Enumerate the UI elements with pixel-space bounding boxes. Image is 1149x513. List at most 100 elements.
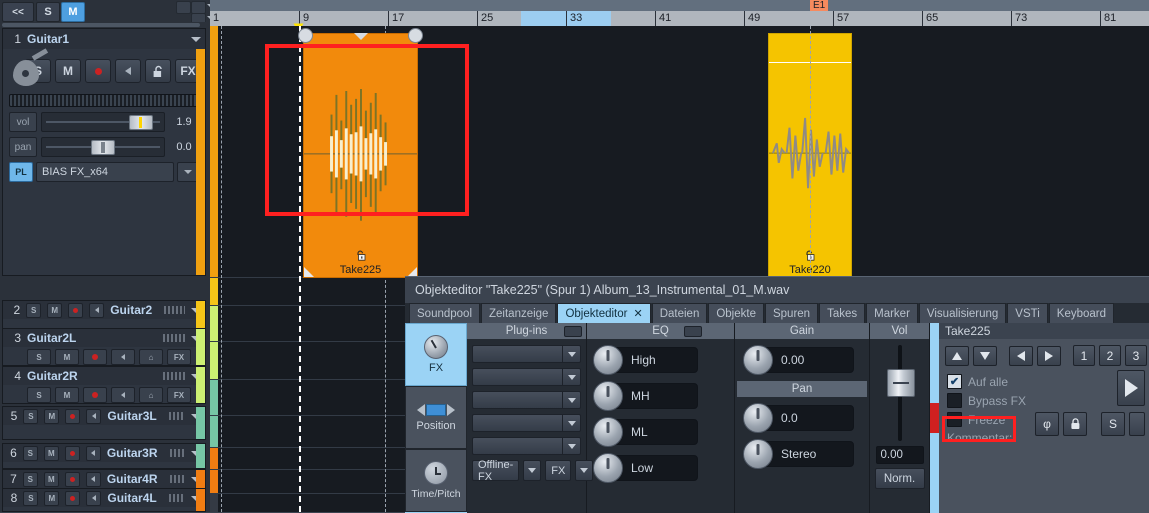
mini-monitor-button[interactable] <box>85 471 101 487</box>
checkbox-box[interactable] <box>947 412 962 427</box>
checkbox-auf-alle[interactable]: ✔ Auf alle <box>947 374 1097 389</box>
mini-lock-button[interactable]: ⌂ <box>139 387 163 403</box>
pan-slider[interactable] <box>41 137 165 157</box>
track-name[interactable]: Guitar4R <box>107 472 158 486</box>
object-editor-tabbar[interactable]: Soundpool Zeitanzeige Objekteditor ✕ Date… <box>405 303 1149 323</box>
timeline-ruler[interactable]: 1 9 17 25 33 41 49 57 65 73 81 <box>210 11 1149 33</box>
track-record-button[interactable] <box>85 59 111 83</box>
chevron-down-icon[interactable] <box>191 36 201 42</box>
marker-e1[interactable]: E1 <box>810 0 829 11</box>
track-header-5[interactable]: 5 S M Guitar3L <box>2 406 206 440</box>
pan-slider-row[interactable]: pan 0.0 <box>9 137 199 157</box>
mini-solo-button[interactable]: S <box>22 471 38 487</box>
mini-mute-button[interactable]: M <box>47 302 63 318</box>
track-header-7[interactable]: 7 S M Guitar4R <box>2 469 206 489</box>
chevron-down-icon[interactable] <box>562 391 581 409</box>
eq-band-high[interactable]: High <box>593 345 734 375</box>
track-3-titlebar[interactable]: 3 Guitar2L <box>3 329 205 347</box>
gain-knob[interactable] <box>743 345 773 375</box>
track-lock-button[interactable] <box>145 59 171 83</box>
eq-ml-knob[interactable] <box>593 417 623 447</box>
mini-fx-button[interactable]: FX <box>167 349 191 365</box>
object-editor-sidebar[interactable]: FX Position Time/Pitch <box>405 323 467 513</box>
gain-row[interactable]: 0.00 <box>735 339 869 375</box>
mini-monitor-button[interactable] <box>89 302 105 318</box>
mini-solo-button[interactable]: S <box>26 302 42 318</box>
tab-keyboard[interactable]: Keyboard <box>1048 303 1115 323</box>
mini-mute-button[interactable]: M <box>43 445 59 461</box>
tab-vsti[interactable]: VSTi <box>1007 303 1048 323</box>
solo-button[interactable]: S <box>36 2 60 22</box>
track-7-titlebar[interactable]: 7 S M Guitar4R <box>3 470 205 488</box>
mini-solo-button[interactable]: S <box>23 490 39 506</box>
track-name[interactable]: Guitar2L <box>27 331 76 345</box>
plugin-slot[interactable] <box>472 437 581 455</box>
mini-mute-button[interactable]: M <box>44 490 60 506</box>
mini-solo-button[interactable]: S <box>27 349 51 365</box>
ruler-marker-lane[interactable]: E1 <box>210 0 1149 11</box>
mini-record-button[interactable] <box>68 302 84 318</box>
stereo-row[interactable]: Stereo <box>735 433 869 469</box>
take-prev-button[interactable] <box>1009 345 1033 366</box>
take-down-button[interactable] <box>973 345 997 366</box>
checkbox-box[interactable] <box>947 393 962 408</box>
pan-row[interactable]: 0.0 <box>735 397 869 433</box>
object-lock-icon[interactable] <box>355 250 367 261</box>
checkbox-box[interactable]: ✔ <box>947 374 962 389</box>
tab-marker[interactable]: Marker <box>866 303 918 323</box>
stereo-knob[interactable] <box>743 439 773 469</box>
take-up-button[interactable] <box>945 345 969 366</box>
mini-monitor-button[interactable] <box>111 349 135 365</box>
mini-monitor-button[interactable] <box>86 490 102 506</box>
tab-objekteditor[interactable]: Objekteditor ✕ <box>557 303 651 323</box>
mini-lock-button[interactable]: ⌂ <box>139 349 163 365</box>
track-name[interactable]: Guitar3L <box>107 409 156 423</box>
mini-mute-button[interactable]: M <box>55 349 79 365</box>
mini-monitor-button[interactable] <box>86 408 102 424</box>
preset-2-button[interactable]: 2 <box>1099 345 1121 366</box>
tab-objekte[interactable]: Objekte <box>708 303 764 323</box>
plugin-slot-field[interactable] <box>472 345 562 363</box>
gain-value[interactable]: 0.00 <box>766 347 854 373</box>
editor-scroll-strip[interactable] <box>930 323 939 513</box>
volume-slider-row[interactable]: vol 1.9 <box>9 112 199 132</box>
track-8-titlebar[interactable]: 8 S M Guitar4L <box>3 489 205 507</box>
tab-spuren[interactable]: Spuren <box>764 303 819 323</box>
mute-button[interactable]: M <box>61 2 85 22</box>
header-scrollbar[interactable] <box>2 23 200 27</box>
plugin-slot[interactable] <box>472 368 581 386</box>
plugin-badge[interactable]: PL <box>9 162 33 182</box>
track-name[interactable]: Guitar4L <box>107 491 156 505</box>
mini-mute-button[interactable]: M <box>44 408 60 424</box>
eq-high-knob[interactable] <box>593 345 623 375</box>
volume-fader[interactable] <box>886 345 915 441</box>
take-next-button[interactable] <box>1037 345 1061 366</box>
chevron-down-icon[interactable] <box>562 414 581 432</box>
tab-dateien[interactable]: Dateien <box>651 303 708 323</box>
sidebar-item-fx[interactable]: FX <box>405 323 467 386</box>
track-name[interactable]: Guitar2 <box>110 303 152 317</box>
track-header-3[interactable]: 3 Guitar2L S M ⌂ FX <box>2 328 206 366</box>
mini-monitor-button[interactable] <box>111 387 135 403</box>
checkbox-bypass-fx[interactable]: Bypass FX <box>947 393 1097 408</box>
mini-record-button[interactable] <box>64 471 80 487</box>
plugin-name[interactable]: BIAS FX_x64 <box>36 162 174 182</box>
offline-fx-dropdown[interactable] <box>523 460 542 481</box>
plugin-slot-field[interactable] <box>472 391 562 409</box>
track-header-1[interactable]: 1 Guitar1 S M FX v <box>2 28 206 276</box>
eq-band-ml[interactable]: ML <box>593 417 734 447</box>
plugin-row[interactable]: PL BIAS FX_x64 <box>9 162 199 182</box>
plugin-slot-field[interactable] <box>472 414 562 432</box>
back-button[interactable]: << <box>2 2 34 22</box>
volume-fader-knob[interactable] <box>886 369 915 397</box>
track-6-titlebar[interactable]: 6 S M Guitar3R <box>3 444 205 462</box>
track-name[interactable]: Guitar2R <box>27 369 78 383</box>
preset-1-button[interactable]: 1 <box>1073 345 1095 366</box>
pan-value[interactable]: 0.0 <box>766 405 854 431</box>
mini-mute-button[interactable]: M <box>55 387 79 403</box>
eq-toggle-box[interactable] <box>684 325 702 337</box>
stereo-mode-value[interactable]: Stereo <box>766 441 854 467</box>
track-name[interactable]: Guitar1 <box>27 32 69 46</box>
track-monitor-button[interactable] <box>115 59 141 83</box>
object-fade-handle[interactable] <box>353 33 368 40</box>
